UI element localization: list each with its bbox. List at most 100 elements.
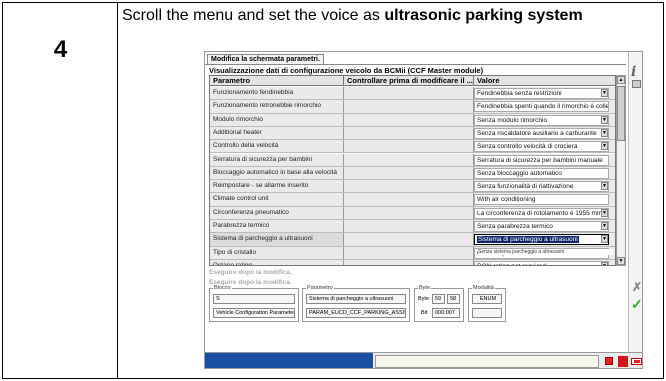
table-row[interactable]: Parabrezza termico Senza parabrezza termi… [210,220,615,234]
chevron-down-icon[interactable]: ▼ [601,142,608,151]
row-check-cell [344,153,474,166]
parametro-label: Parametro [306,285,334,291]
row-value-text: Fendinebbia spenti quando il rimorchio è… [477,103,609,111]
parametro-value-1: Sistema di parcheggio a ultrasuoni [306,294,406,304]
row-check-cell [344,193,474,206]
row-value-select[interactable]: Senza controllo velocità di crociera [474,141,609,153]
chevron-down-icon[interactable]: ▼ [601,222,608,230]
row-value-text: Serratura di sicurezza per bambini manua… [477,156,603,164]
step-number: 4 [53,36,68,63]
row-value-select[interactable]: Sistema di parcheggio a ultrasuoni [474,234,609,246]
table-row[interactable]: Circonferenza pneumatico La circonferenza… [210,206,615,220]
row-check-cell [344,206,474,219]
column-header-param: Parametro [210,76,344,86]
table-row[interactable]: Octane rating RON rating not required ▼ [210,259,615,265]
byte-field-label: Byte [418,296,430,302]
row-check-cell [344,100,474,113]
table-row[interactable]: Additional heater Senza riscaldatore ausi… [210,126,615,141]
row-check-cell [344,220,474,233]
info-icon[interactable]: i [631,64,636,80]
screen-heading: Visualizzazione dati di configurazione v… [209,66,484,75]
row-param-name: Bloccaggio automatico in base alla veloc… [210,166,344,180]
row-check-cell [344,180,474,193]
chevron-down-icon[interactable]: ▼ [601,182,608,191]
row-value-text: Sistema di parcheggio a ultrasuoni [477,236,579,244]
row-value-text: Senza bloccaggio automatico [477,169,562,177]
table-row[interactable]: Serratura di sicurezza per bambini Serrat… [210,153,615,167]
side-toolbar: i ✗ ✓ [628,52,642,352]
status-bar [205,352,642,368]
row-value-field[interactable]: Serratura di sicurezza per bambini manua… [474,154,609,166]
row-param-name: Controllo della velocità [210,140,344,153]
row-value-text: RON rating not required [477,263,546,265]
chevron-down-icon[interactable]: ▼ [601,261,608,265]
row-param-name: Reimpostare - se allarme inserito [210,180,344,193]
row-value-text: Senza controllo velocità di crociera [477,143,578,151]
row-value-text: With air conditioning [477,196,536,204]
blocco-value-2: Vehicle Configuration Parameters [213,308,295,318]
row-value-select[interactable]: Fendinebbia senza restrizioni [474,88,609,99]
tab-divider [205,64,626,65]
modalita-empty-field [472,308,502,318]
modalita-group: Modalità ENUM [468,285,506,322]
row-param-name: Funzionamento retronebbie rimorchio [210,100,344,113]
table-row[interactable]: Funzionamento fendinebbia Fendinebbia sen… [210,87,615,101]
row-param-name: Circonferenza pneumatico [210,206,344,219]
row-value-text: La circonferenza di rotolamento è 1955 m… [477,209,603,217]
scroll-thumb[interactable] [617,86,625,141]
table-row[interactable]: Bloccaggio automatico in base alla veloc… [210,166,615,181]
row-value-select[interactable]: La circonferenza di rotolamento è 1955 m… [474,207,609,219]
chevron-down-icon[interactable]: ▼ [601,128,608,137]
row-value-field[interactable]: Fendinebbia spenti quando il rimorchio è… [474,101,609,113]
row-value-select[interactable]: Senza parabrezza termico [474,221,609,232]
row-value-select[interactable]: RON rating not required [474,260,609,265]
table-row[interactable]: Sistema di parcheggio a ultrasuoni Sistem… [210,233,615,247]
parametro-value-2: PARAM_EUCD_CCF_PARKING_ASSISTAN [306,308,406,318]
chevron-down-icon[interactable]: ▼ [601,208,608,217]
chevron-down-icon[interactable]: ▼ [601,235,608,244]
table-row[interactable]: Reimpostare - se allarme inserito Senza f… [210,180,615,194]
row-param-name: Octane rating [210,259,344,265]
table-row[interactable]: Climate control unit With air conditionin… [210,193,615,207]
table-row[interactable]: Funzionamento retronebbie rimorchio Fendi… [210,100,615,114]
row-value-text: Senza modulo rimorchio [477,116,548,124]
instruction-text: Scroll the menu and set the voice as ult… [122,7,662,24]
status-book-icon[interactable] [618,356,628,367]
blocco-value-1: S [213,294,295,304]
table-row[interactable]: Modulo rimorchio Senza modulo rimorchio ▼ [210,113,615,127]
chevron-down-icon[interactable]: ▼ [601,115,608,124]
row-value-field[interactable]: Senza bloccaggio automatico [474,167,609,179]
status-battery-icon[interactable] [631,358,642,365]
cancel-x-icon[interactable]: ✗ [632,280,642,294]
lock-icon [632,80,641,88]
row-check-cell [344,113,474,126]
table-scrollbar[interactable]: ▲ ▼ [616,75,626,266]
byte-group-label: Byte [418,285,432,291]
instruction-bold: ultrasonic parking system [384,7,583,24]
row-value-select[interactable]: Senza funzionalità di riattivazione [474,181,609,193]
row-value-field[interactable]: With air conditioning [474,194,609,206]
dropdown-option-peek[interactable]: Senza sistema parcheggio a ultrasuoni [478,249,613,255]
bit-value: 000:007 [432,308,460,318]
scroll-up-button[interactable]: ▲ [617,76,625,84]
diagnostic-screenshot: Modifica la schermata parametri. Visuali… [204,51,643,369]
table-row[interactable]: Controllo della velocità Senza controllo … [210,140,615,154]
column-header-value: Valore [477,76,500,85]
byte-group: Byte Byte 59 58 Bit 000:007 [414,285,464,322]
scroll-down-button[interactable]: ▼ [617,257,625,265]
row-value-text: Fendinebbia senza restrizioni [477,90,562,97]
tab-edit-parameters[interactable]: Modifica la schermata parametri. [207,54,324,64]
status-lock-icon[interactable] [605,357,613,365]
row-value-select[interactable]: Senza modulo rimorchio [474,114,609,126]
chevron-down-icon[interactable]: ▼ [601,89,608,97]
byte-value-b: 58 [447,294,460,304]
modalita-value: ENUM [472,294,502,304]
row-check-cell [344,140,474,153]
step-column: 4 [3,3,118,378]
row-param-name: Climate control unit [210,193,344,206]
row-value-select[interactable]: Senza riscaldatore ausiliario a carburan… [474,127,609,139]
bit-field-label: Bit [421,310,428,316]
row-value-text: Senza riscaldatore ausiliario a carburan… [477,129,597,137]
confirm-check-icon[interactable]: ✓ [631,296,642,313]
parametro-group: Parametro Sistema di parcheggio a ultras… [302,285,410,322]
